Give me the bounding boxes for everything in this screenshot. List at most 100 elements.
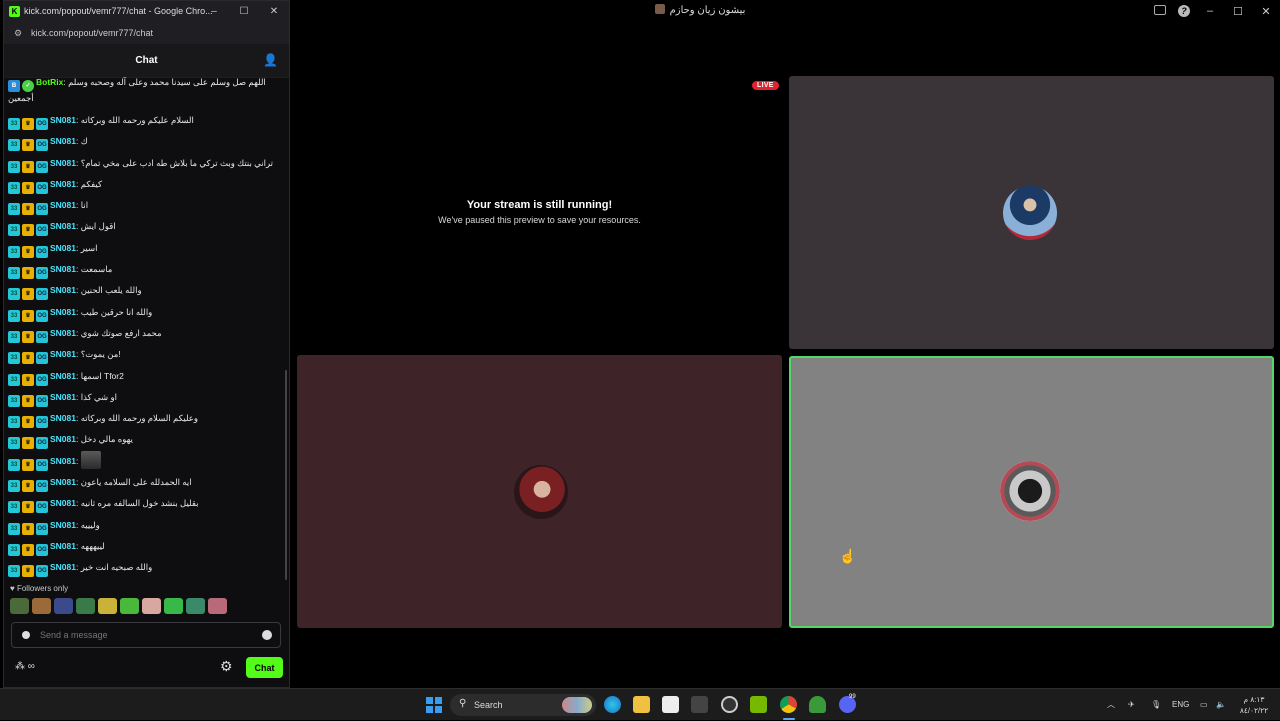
edge-icon[interactable]: [604, 696, 621, 713]
minimize-button[interactable]: –: [1196, 5, 1224, 17]
chat-username[interactable]: SN081: [50, 136, 76, 146]
tray-overflow-icon[interactable]: ︿: [1107, 689, 1115, 721]
emote-8[interactable]: [164, 598, 183, 614]
app-icon-obs[interactable]: [721, 696, 738, 713]
maximize-button[interactable]: ☐: [1224, 5, 1252, 18]
chat-username[interactable]: SN081: [50, 200, 76, 210]
clock[interactable]: ٨:١٣ م ٨٤/٠٢/٢٢: [1234, 694, 1274, 716]
chat-message[interactable]: 33 ♛ OG SN081: كيفكم: [8, 174, 281, 195]
chat-username[interactable]: SN081: [50, 371, 76, 381]
url-bar[interactable]: ⚙ kick.com/popout/vemr777/chat: [4, 22, 289, 44]
emote-4[interactable]: [76, 598, 95, 614]
network-icon[interactable]: ▭: [1200, 689, 1208, 721]
volume-icon[interactable]: 🔈: [1216, 689, 1226, 721]
chat-message[interactable]: 33 ♛ OG SN081: والله يلعب الحنين: [8, 280, 281, 301]
chat-username[interactable]: BotRix: [36, 77, 63, 87]
close-button[interactable]: ✕: [1252, 5, 1280, 18]
crown-badge-icon: ♛: [22, 480, 34, 493]
chat-message[interactable]: 33 ♛ OG SN081: محمد ارفع صوتك شوي: [8, 323, 281, 344]
chat-username[interactable]: SN081: [50, 115, 76, 125]
gear-icon[interactable]: ⚙: [220, 658, 233, 675]
chrome-icon[interactable]: [780, 696, 797, 713]
chat-message[interactable]: 33 ♛ OG SN081: من يموت؟!: [8, 344, 281, 365]
chat-message[interactable]: 33 ♛ OG SN081:: [8, 450, 281, 472]
windows-start-icon[interactable]: [426, 697, 442, 713]
emote-3[interactable]: [54, 598, 73, 614]
chat-message[interactable]: 33 ♛ OG SN081: والله انا حرقين طيب: [8, 302, 281, 323]
chat-footer-tools[interactable]: ⁂ ∞: [15, 661, 35, 672]
chat-username[interactable]: SN081: [50, 498, 76, 508]
chat-message[interactable]: 33 ♛ OG SN081: ك: [8, 131, 281, 152]
screen-share-icon[interactable]: [1148, 4, 1172, 18]
chat-message[interactable]: 33 ♛ OG SN081: اسير: [8, 238, 281, 259]
users-icon[interactable]: 👤: [263, 53, 278, 67]
chat-message[interactable]: 33 ♛ OG SN081: السلام عليكم ورحمه الله وبرك…: [8, 110, 281, 131]
send-chat-button[interactable]: Chat: [246, 657, 283, 678]
chat-username[interactable]: SN081: [50, 179, 76, 189]
chat-message[interactable]: 33 ♛ OG SN081: اسمها Tfor2: [8, 366, 281, 387]
chat-username[interactable]: SN081: [50, 456, 76, 466]
chat-message-text: اسمها Tfor2: [80, 370, 124, 381]
chat-username[interactable]: SN081: [50, 307, 76, 317]
url-text[interactable]: kick.com/popout/vemr777/chat: [31, 22, 153, 44]
dots-icon[interactable]: ⁂: [15, 661, 25, 672]
chat-message[interactable]: 33 ♛ OG SN081: انا: [8, 195, 281, 216]
chat-username[interactable]: SN081: [50, 349, 76, 359]
chat-close-button[interactable]: ✕: [259, 1, 289, 22]
chat-maximize-button[interactable]: ☐: [229, 1, 259, 22]
chat-username[interactable]: SN081: [50, 243, 76, 253]
chat-username[interactable]: SN081: [50, 328, 76, 338]
chat-message[interactable]: 33 ♛ OG SN081: وليييه: [8, 515, 281, 536]
app-icon-green[interactable]: [809, 696, 826, 713]
app-icon-unity[interactable]: [691, 696, 708, 713]
microphone-icon[interactable]: 🎙: [1151, 689, 1161, 721]
store-icon[interactable]: [662, 696, 679, 713]
chat-username[interactable]: SN081: [50, 562, 76, 572]
nvidia-icon[interactable]: [750, 696, 767, 713]
message-field[interactable]: [40, 623, 240, 647]
infinity-icon[interactable]: ∞: [28, 661, 35, 672]
chat-message[interactable]: 33 ♛ OG SN081: تراني بنتك وبث تركي ما بلاش …: [8, 153, 281, 174]
chat-message[interactable]: 33 ♛ OG SN081: او شي كذا: [8, 387, 281, 408]
site-info-icon[interactable]: ⚙: [14, 28, 22, 39]
taskbar-search[interactable]: ⚲ Search: [450, 694, 596, 716]
file-explorer-icon[interactable]: [633, 696, 650, 713]
chat-username[interactable]: SN081: [50, 264, 76, 274]
help-icon[interactable]: ?: [1172, 5, 1196, 17]
chat-message[interactable]: 33 ♛ OG SN081: يهوه مالي دخل: [8, 429, 281, 450]
chat-message[interactable]: B ✓ BotRix: اللهم صل وسلم على سيدنا محمد و…: [8, 76, 281, 110]
chat-message[interactable]: 33 ♛ OG SN081: ايه الحمدلله على السلامه ياع…: [8, 472, 281, 493]
chat-message[interactable]: 33 ♛ OG SN081: والله صبحيه انت خير: [8, 557, 281, 578]
chat-message[interactable]: 33 ♛ OG SN081: ماسمعت: [8, 259, 281, 280]
chat-scrollbar[interactable]: [285, 370, 287, 580]
tray-app-icon[interactable]: ✈: [1128, 689, 1135, 721]
chat-username[interactable]: SN081: [50, 520, 76, 530]
chat-message[interactable]: 33 ♛ OG SN081: وعليكم السلام ورحمه الله وبر…: [8, 408, 281, 429]
chat-username[interactable]: SN081: [50, 285, 76, 295]
chat-message[interactable]: 33 ♛ OG SN081: اقول ايش: [8, 216, 281, 237]
chat-window-titlebar[interactable]: K kick.com/popout/vemr777/chat - Google …: [4, 1, 289, 22]
chat-username[interactable]: SN081: [50, 434, 76, 444]
chat-minimize-button[interactable]: –: [199, 1, 229, 22]
chat-username[interactable]: SN081: [50, 158, 76, 168]
emote-9[interactable]: [186, 598, 205, 614]
emote-6[interactable]: [120, 598, 139, 614]
chat-message[interactable]: 33 ♛ OG SN081: لييهههه: [8, 536, 281, 557]
stream-preview-tile[interactable]: [296, 76, 783, 349]
chat-username[interactable]: SN081: [50, 392, 76, 402]
emote-2[interactable]: [32, 598, 51, 614]
emote-1[interactable]: [10, 598, 29, 614]
chat-message-input[interactable]: [11, 622, 281, 648]
chat-username[interactable]: SN081: [50, 413, 76, 423]
chat-message-list[interactable]: B ✓ BotRix: اللهم صل وسلم على سيدنا محمد و…: [8, 76, 281, 581]
chat-username[interactable]: SN081: [50, 541, 76, 551]
emote-7[interactable]: [142, 598, 161, 614]
emote-10[interactable]: [208, 598, 227, 614]
emoji-picker-icon[interactable]: [262, 630, 272, 640]
chat-username[interactable]: SN081: [50, 477, 76, 487]
og-badge-icon: OG: [36, 437, 48, 450]
chat-message[interactable]: 33 ♛ OG SN081: بقليل بنشد خول السالفه مره ث…: [8, 493, 281, 514]
language-indicator[interactable]: ENG: [1172, 689, 1189, 721]
emote-5[interactable]: [98, 598, 117, 614]
chat-username[interactable]: SN081: [50, 221, 76, 231]
